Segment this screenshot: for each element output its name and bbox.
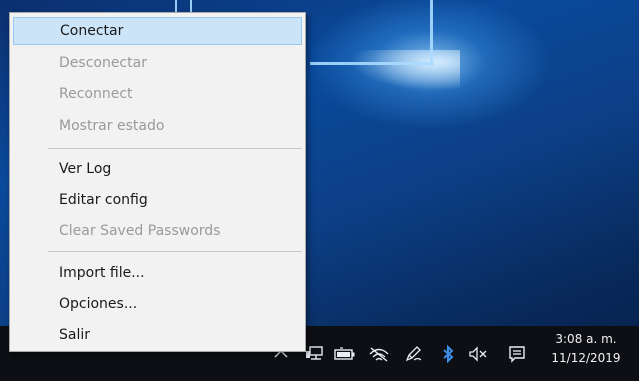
wifi-off-icon[interactable]: [366, 326, 392, 381]
menu-separator: [48, 148, 302, 149]
menu-item-opciones[interactable]: Opciones...: [13, 290, 302, 318]
volume-muted-icon[interactable]: [466, 326, 492, 381]
wallpaper-light-beam-top-left: [175, 0, 177, 12]
menu-item-reconnect[interactable]: Reconnect: [13, 80, 302, 108]
menu-item-conectar[interactable]: Conectar: [13, 17, 302, 45]
menu-item-mostrar-estado[interactable]: Mostrar estado: [13, 112, 302, 140]
menu-item-desconectar[interactable]: Desconectar: [13, 49, 302, 77]
menu-item-editar-config[interactable]: Editar config: [13, 186, 302, 214]
taskbar-clock[interactable]: 3:08 a. m. 11/12/2019: [540, 330, 632, 368]
menu-item-clear-saved-passwords[interactable]: Clear Saved Passwords: [13, 217, 302, 245]
menu-item-salir[interactable]: Salir: [13, 321, 302, 349]
wallpaper-light-beam-vertical: [430, 0, 433, 66]
clock-time: 3:08 a. m.: [555, 332, 617, 346]
clock-date: 11/12/2019: [551, 351, 621, 365]
wallpaper-light-beam-top-right: [190, 0, 192, 12]
battery-icon[interactable]: [332, 326, 358, 381]
tray-context-menu: Conectar Desconectar Reconnect Mostrar e…: [9, 12, 306, 352]
menu-item-import-file[interactable]: Import file...: [13, 259, 302, 287]
bluetooth-icon[interactable]: [438, 326, 458, 381]
pen-icon[interactable]: [402, 326, 426, 381]
menu-separator: [48, 251, 302, 252]
wallpaper-light-beam-horizontal: [310, 62, 434, 65]
wallpaper-light-glow: [350, 50, 460, 90]
notification-icon[interactable]: [505, 326, 529, 381]
menu-item-ver-log[interactable]: Ver Log: [13, 155, 302, 183]
